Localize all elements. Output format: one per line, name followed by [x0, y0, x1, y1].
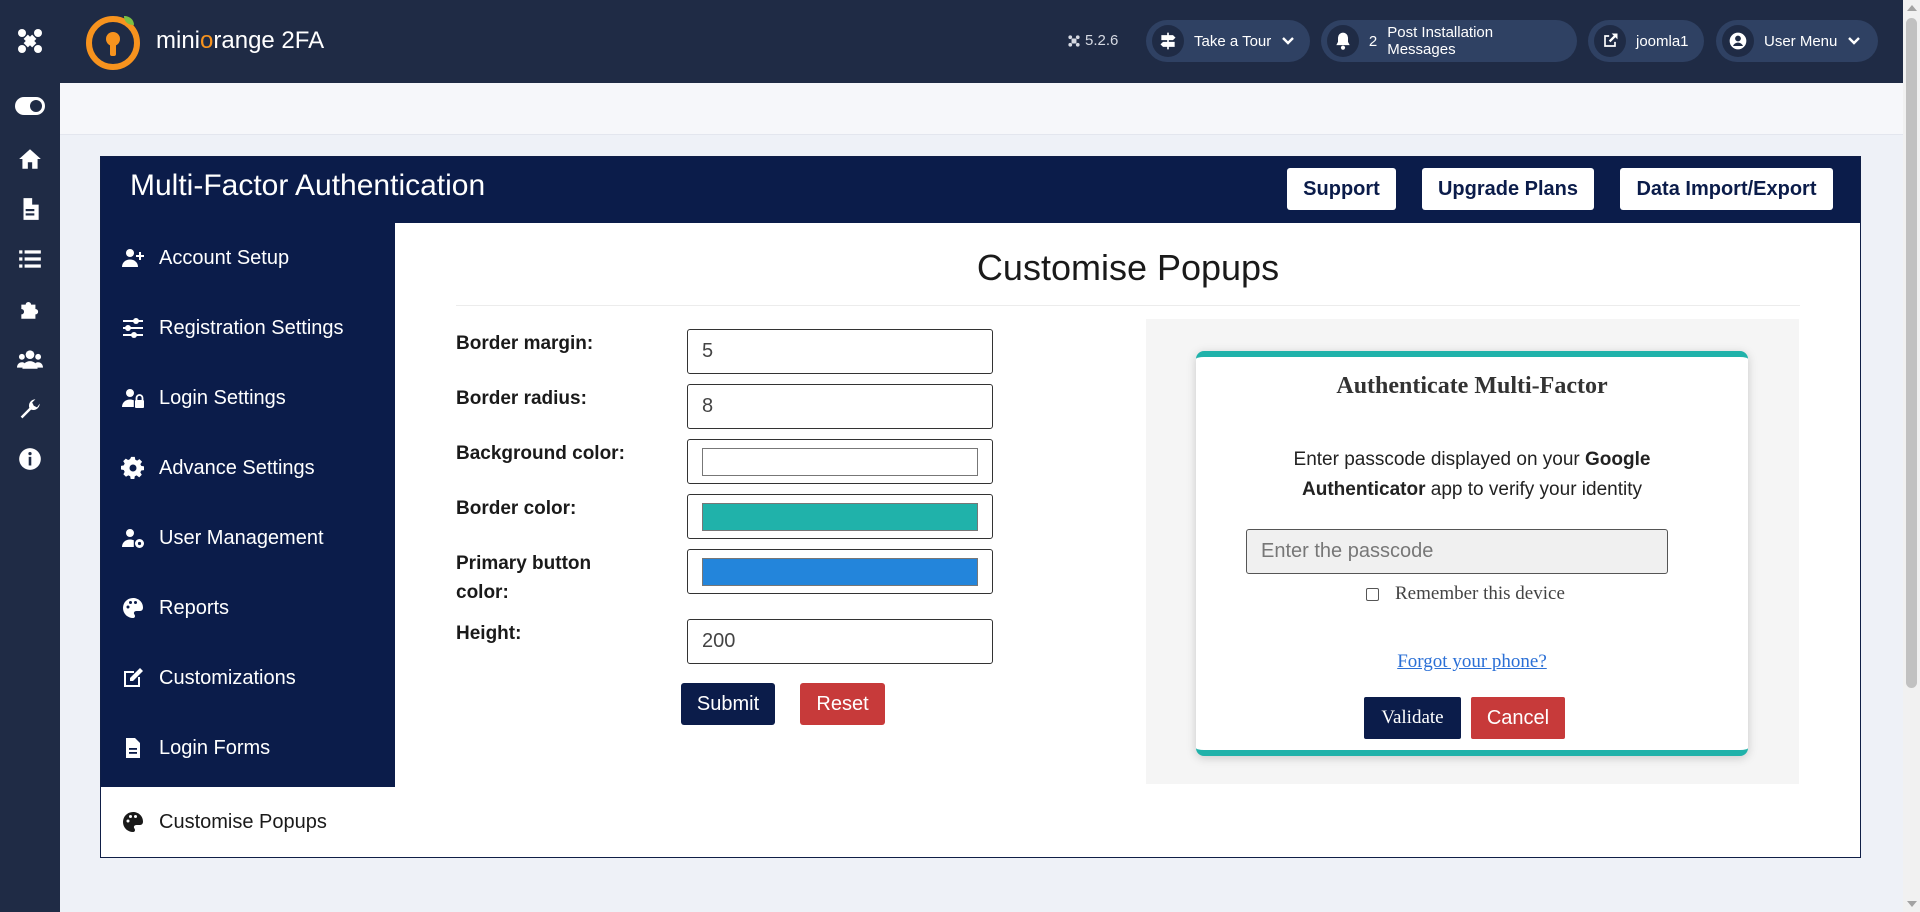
scrollbar-thumb[interactable] [1906, 18, 1917, 688]
scroll-down-icon[interactable] [1907, 901, 1917, 907]
scroll-up-icon[interactable] [1907, 5, 1917, 11]
border-margin-input[interactable]: 5 [687, 329, 993, 374]
page-scrollbar[interactable] [1903, 0, 1920, 912]
remember-checkbox[interactable] [1366, 587, 1379, 601]
help-info-icon[interactable] [0, 439, 60, 479]
sidebar-item-advance-settings[interactable]: Advance Settings [101, 433, 395, 503]
sidebar-item-account-setup[interactable]: Account Setup [101, 223, 395, 293]
authenticate-popup: Authenticate Multi-Factor Enter passcode… [1196, 351, 1748, 756]
height-label: Height: [456, 623, 522, 644]
home-icon[interactable] [0, 139, 60, 179]
top-header: miniorange 2FA 5.2.6 Take a Tour 2 Post … [60, 0, 1903, 83]
joomla-small-icon [1068, 34, 1080, 47]
sidebar-item-registration-settings[interactable]: Registration Settings [101, 293, 395, 363]
user-circle-icon [1722, 25, 1754, 57]
chevron-down-icon [1848, 37, 1861, 45]
upgrade-plans-button[interactable]: Upgrade Plans [1422, 168, 1594, 210]
popup-preview: Authenticate Multi-Factor Enter passcode… [1146, 319, 1799, 784]
sliders-icon [123, 318, 143, 338]
sidebar-item-login-settings[interactable]: Login Settings [101, 363, 395, 433]
forgot-phone-link[interactable]: Forgot your phone? [1196, 651, 1748, 673]
passcode-input[interactable]: Enter the passcode [1246, 529, 1668, 574]
user-plus-icon [122, 249, 144, 267]
site-link-button[interactable]: joomla1 [1588, 20, 1704, 62]
page-title: Customise Popups [976, 247, 1280, 288]
popup-title: Authenticate Multi-Factor [1336, 373, 1608, 399]
system-wrench-icon[interactable] [0, 389, 60, 429]
external-link-icon [1594, 25, 1626, 57]
title-divider [456, 305, 1800, 306]
post-installation-messages-button[interactable]: 2 Post Installation Messages [1321, 20, 1577, 62]
settings-sidebar: Account Setup Registration Settings Logi… [101, 223, 395, 857]
primary-button-color-picker[interactable] [687, 549, 993, 594]
sidebar-item-user-management[interactable]: User Management [101, 503, 395, 573]
remember-device[interactable]: Remember this device [1366, 583, 1565, 605]
border-margin-label: Border margin: [456, 333, 594, 354]
submit-button[interactable]: Submit [681, 683, 775, 725]
border-radius-input[interactable]: 8 [687, 384, 993, 429]
remember-label: Remember this device [1395, 583, 1565, 604]
user-menu-button[interactable]: User Menu [1716, 20, 1878, 62]
content-file-icon[interactable] [0, 189, 60, 229]
edit-icon [124, 668, 143, 687]
bell-icon [1327, 25, 1359, 57]
border-color-swatch [702, 503, 978, 531]
signpost-icon [1152, 25, 1184, 57]
validate-button[interactable]: Validate [1364, 697, 1461, 739]
miniorange-logo-icon [86, 16, 140, 70]
file-icon [126, 738, 140, 758]
take-tour-button[interactable]: Take a Tour [1146, 20, 1310, 62]
sidebar-item-customizations[interactable]: Customizations [101, 643, 395, 713]
users-icon[interactable] [0, 339, 60, 379]
height-input[interactable]: 200 [687, 619, 993, 664]
toolbar-strip [60, 83, 1903, 135]
sidebar-item-customise-popups[interactable]: Customise Popups [101, 787, 395, 857]
data-import-export-button[interactable]: Data Import/Export [1620, 168, 1833, 210]
admin-sidebar-rail [0, 0, 60, 912]
sidebar-item-login-forms[interactable]: Login Forms [101, 713, 395, 783]
chevron-down-icon [1282, 37, 1295, 45]
card-header: Multi-Factor Authentication Support Upgr… [101, 157, 1860, 223]
menus-list-icon[interactable] [0, 239, 60, 279]
border-color-label: Border color: [456, 498, 577, 519]
gear-icon [121, 456, 144, 479]
menu-toggle-icon[interactable] [0, 86, 60, 126]
user-gear-icon [122, 529, 144, 548]
border-radius-label: Border radius: [456, 388, 587, 409]
sidebar-item-reports[interactable]: Reports [101, 573, 395, 643]
border-color-picker[interactable] [687, 494, 993, 539]
background-color-label: Background color: [456, 443, 625, 464]
support-button[interactable]: Support [1287, 168, 1396, 210]
primary-button-color-swatch [702, 558, 978, 586]
reset-button[interactable]: Reset [800, 683, 885, 725]
brand[interactable]: miniorange 2FA [84, 12, 324, 70]
app-name: miniorange 2FA [156, 27, 325, 54]
primary-button-color-label: Primary button color: [456, 553, 592, 603]
notification-count: 2 [1368, 32, 1378, 50]
user-lock-icon [122, 389, 144, 408]
card-title: Multi-Factor Authentication [130, 169, 486, 202]
joomla-logo-icon[interactable] [0, 18, 60, 64]
components-puzzle-icon[interactable] [0, 289, 60, 329]
joomla-version: 5.2.6 [1067, 32, 1118, 49]
popup-message: Enter passcode displayed on your Google … [1293, 449, 1651, 500]
palette-icon [123, 812, 143, 832]
background-color-picker[interactable] [687, 439, 993, 484]
palette-icon [123, 598, 143, 618]
background-color-swatch [702, 448, 978, 476]
mfa-card: Multi-Factor Authentication Support Upgr… [100, 156, 1861, 858]
cancel-button[interactable]: Cancel [1471, 697, 1565, 739]
